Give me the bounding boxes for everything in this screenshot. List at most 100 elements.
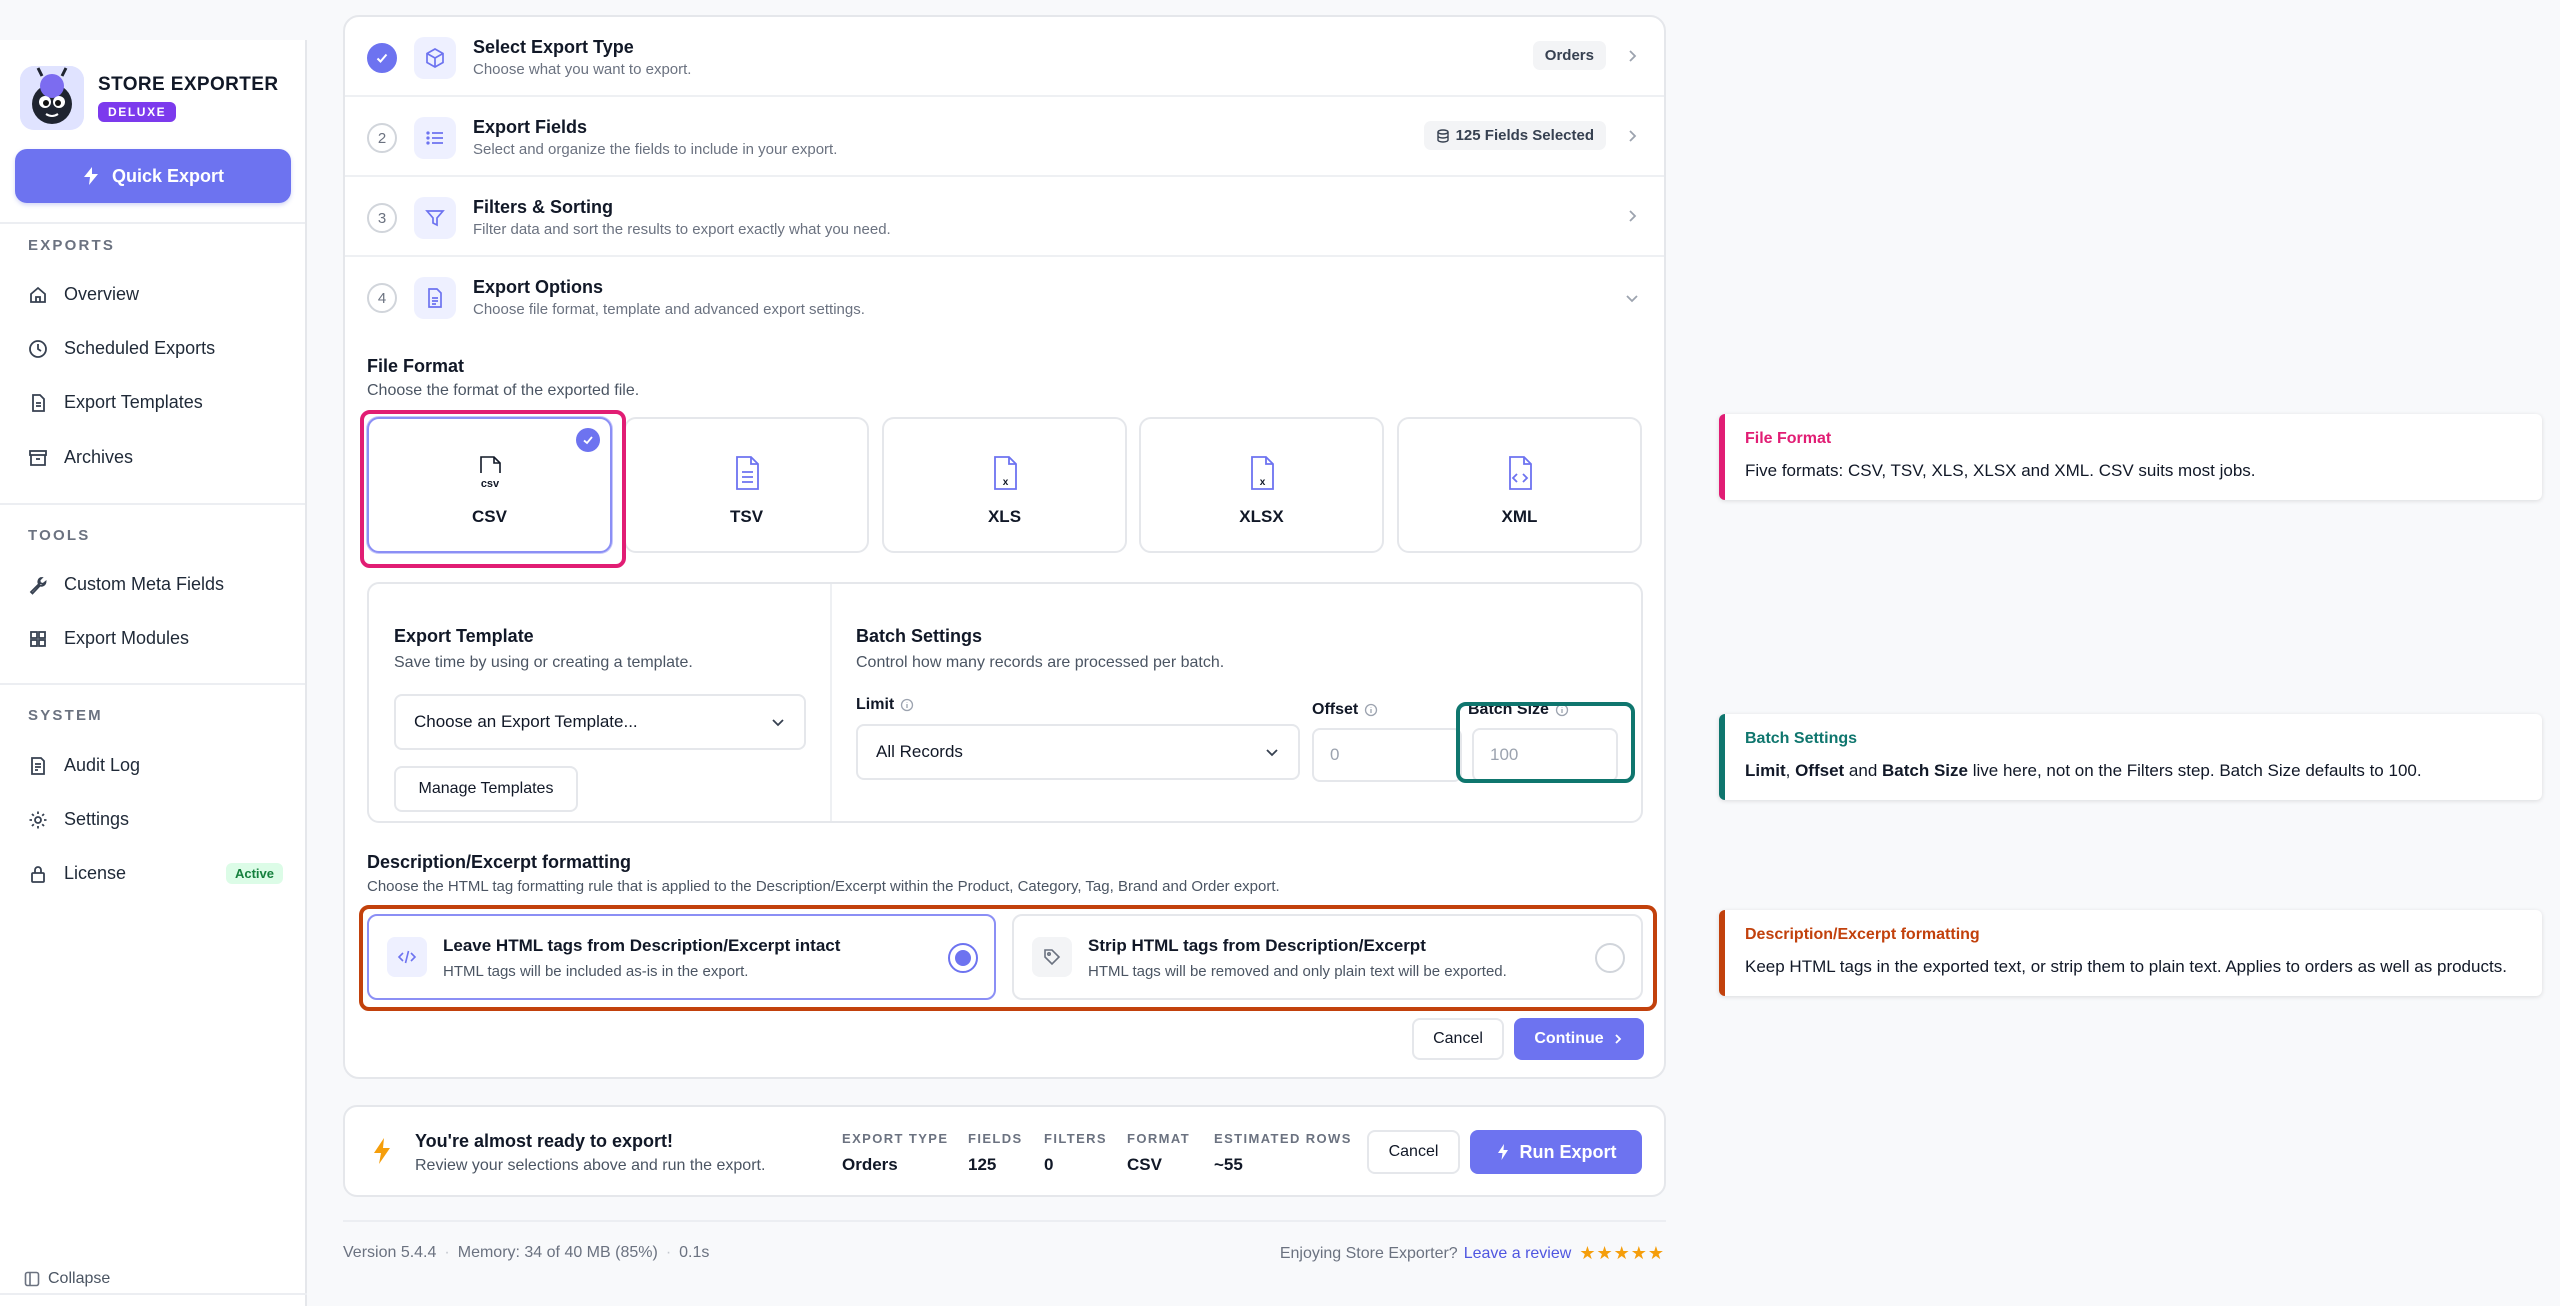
format-label: TSV [729,507,764,526]
batch-settings-desc: Control how many records are processed p… [856,654,1225,671]
continue-button[interactable]: Continue [1514,1018,1644,1060]
collapse-divider [0,1293,307,1295]
sidebar: STORE EXPORTER DELUXE Quick Export EXPOR… [0,40,307,1306]
format-label: CSV [472,507,507,526]
annotation-file-format: File Format Five formats: CSV, TSV, XLS,… [1719,414,2542,500]
sidebar-item-label: Custom Meta Fields [64,574,225,594]
sidebar-item-label: Scheduled Exports [64,338,216,358]
rating-stars-icon: ★★★★★ [1579,1243,1665,1263]
format-option-xlsx[interactable]: x XLSX [1139,417,1384,553]
database-icon [1436,128,1449,143]
run-export-button[interactable]: Run Export [1470,1130,1642,1174]
sidebar-item-custom-meta[interactable]: Custom Meta Fields [28,574,283,595]
tsv-file-icon [729,453,765,493]
sidebar-item-label: Settings [64,809,130,829]
step-title: Select Export Type [473,37,634,57]
step-desc: Choose file format, template and advance… [473,301,865,318]
manage-templates-button[interactable]: Manage Templates [394,766,578,812]
step-complete-indicator [367,43,397,73]
batch-size-input[interactable]: 100 [1472,728,1618,782]
sidebar-item-license[interactable]: License Active [28,863,283,884]
chevron-right-icon [1629,210,1637,222]
list-icon [414,117,456,159]
stat-export-type: EXPORT TYPE Orders [842,1131,948,1175]
radio-unselected[interactable] [1595,943,1625,973]
code-icon [387,937,427,977]
sidebar-item-scheduled[interactable]: Scheduled Exports [28,338,283,359]
section-exports: EXPORTS [28,237,116,254]
export-template-select[interactable]: Choose an Export Template... [394,694,806,750]
sidebar-item-label: Archives [64,447,134,467]
step-filters-sorting[interactable]: 3 Filters & Sorting Filter data and sort… [345,177,1664,257]
option-leave-html-tags[interactable]: Leave HTML tags from Description/Excerpt… [367,914,996,1000]
brand-name: STORE EXPORTER [98,74,279,95]
sidebar-item-templates[interactable]: Export Templates [28,392,283,413]
stat-value: Orders [842,1155,898,1174]
summary-desc: Review your selections above and run the… [415,1157,766,1174]
step-number: 3 [367,203,397,233]
annotation-body: Five formats: CSV, TSV, XLS, XLSX and XM… [1745,461,2256,480]
sidebar-item-audit-log[interactable]: Audit Log [28,755,283,776]
annotation-title: Batch Settings [1745,730,1858,747]
xml-file-icon [1502,453,1538,493]
option-desc: HTML tags will be removed and only plain… [1088,963,1507,980]
sidebar-item-modules[interactable]: Export Modules [28,628,283,649]
sidebar-item-archives[interactable]: Archives [28,447,283,468]
grid-icon [30,630,46,647]
summary-cancel-button[interactable]: Cancel [1367,1130,1460,1174]
sidebar-collapse-icon [24,1271,40,1287]
lock-icon [31,865,45,883]
step-export-fields[interactable]: 2 Export Fields Select and organize the … [345,97,1664,177]
radio-selected[interactable] [948,943,978,973]
step-title: Filters & Sorting [473,197,614,217]
run-export-label: Run Export [1519,1141,1617,1162]
stat-label: FIELDS [968,1131,1023,1146]
xlsx-file-icon: x [1244,453,1280,493]
export-options-panel: Export Template Save time by using or cr… [367,582,1643,823]
brand-logo-icon [20,66,84,130]
export-wizard-card: Select Export Type Choose what you want … [343,15,1666,1079]
panel-divider [830,584,832,821]
sidebar-item-settings[interactable]: Settings [28,809,283,830]
leave-review-link[interactable]: Leave a review [1464,1245,1572,1263]
stat-label: FORMAT [1127,1131,1191,1146]
sidebar-item-overview[interactable]: Overview [28,284,283,305]
input-placeholder: 100 [1490,745,1519,764]
format-option-tsv[interactable]: TSV [624,417,869,553]
footer-review: Enjoying Store Exporter? Leave a review … [1280,1243,1665,1264]
cancel-button[interactable]: Cancel [1412,1018,1504,1060]
summary-title: You're almost ready to export! [415,1131,674,1151]
stat-value: 125 [968,1155,997,1174]
sidebar-item-label: Overview [64,284,140,304]
format-option-xls[interactable]: x XLS [882,417,1127,553]
format-label: XML [1501,507,1538,526]
format-label: XLS [987,507,1022,526]
select-value: All Records [876,742,963,761]
quick-export-button[interactable]: Quick Export [15,149,291,203]
option-strip-html-tags[interactable]: Strip HTML tags from Description/Excerpt… [1012,914,1643,1000]
offset-label: Offset [1312,701,1378,719]
step-number: 4 [367,283,397,313]
option-desc: HTML tags will be included as-is in the … [443,963,749,980]
step-export-options[interactable]: 4 Export Options Choose file format, tem… [345,257,1664,337]
format-option-csv[interactable]: csv CSV [367,417,612,553]
offset-input[interactable]: 0 [1312,728,1462,782]
formatting-title: Description/Excerpt formatting [367,852,632,872]
sidebar-item-label: Export Templates [64,392,203,412]
lightning-icon [83,167,98,185]
option-title: Leave HTML tags from Description/Excerpt… [443,936,841,955]
step-desc: Filter data and sort the results to expo… [473,221,891,238]
format-option-xml[interactable]: XML [1397,417,1642,553]
step-title: Export Fields [473,117,588,137]
cube-icon [414,37,456,79]
limit-select[interactable]: All Records [856,724,1300,780]
annotation-text: live here, not on the Filters step. Batc… [1967,761,2422,780]
sidebar-item-label: Audit Log [64,755,141,775]
batch-settings-title: Batch Settings [856,626,983,646]
check-icon [376,53,388,63]
info-icon [1365,703,1378,717]
step-select-export-type[interactable]: Select Export Type Choose what you want … [345,17,1664,97]
footer-divider [343,1220,1666,1222]
annotation-title: File Format [1745,430,1832,447]
collapse-button[interactable]: Collapse [24,1270,110,1288]
